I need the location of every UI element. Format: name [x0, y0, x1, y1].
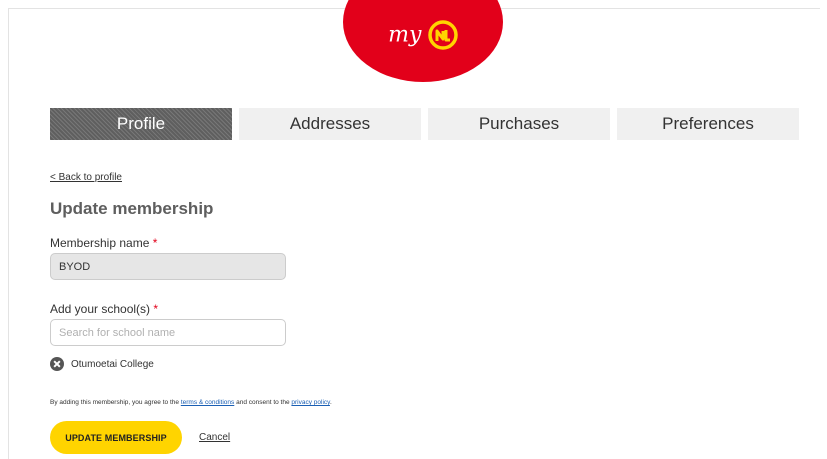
- tab-preferences[interactable]: Preferences: [617, 108, 799, 140]
- profile-tabs: Profile Addresses Purchases Preferences: [50, 108, 799, 140]
- tab-addresses[interactable]: Addresses: [239, 108, 421, 140]
- tab-purchases[interactable]: Purchases: [428, 108, 610, 140]
- nl-logo-icon: [428, 20, 458, 50]
- membership-name-value: BYOD: [59, 260, 91, 273]
- brand-logo[interactable]: my: [343, 0, 503, 82]
- back-to-profile-link[interactable]: < Back to profile: [50, 172, 122, 183]
- update-membership-button[interactable]: UPDATE MEMBERSHIP: [50, 421, 182, 454]
- terms-suffix: .: [329, 399, 332, 406]
- frame-left-border: [8, 8, 9, 459]
- selected-school-chip: Otumoetai College: [50, 357, 154, 371]
- required-marker: *: [152, 236, 158, 250]
- close-circle-icon[interactable]: [50, 357, 64, 371]
- school-label: Add your school(s) *: [50, 302, 158, 316]
- logo-text: my: [388, 22, 422, 48]
- membership-name-label: Membership name *: [50, 236, 157, 250]
- cancel-link[interactable]: Cancel: [199, 432, 230, 443]
- terms-prefix: By adding this membership, you agree to …: [50, 399, 179, 406]
- selected-school-name: Otumoetai College: [71, 358, 154, 370]
- terms-notice: By adding this membership, you agree to …: [50, 399, 332, 406]
- logo-content: my: [343, 20, 503, 50]
- membership-name-label-text: Membership name: [50, 236, 150, 250]
- page-title: Update membership: [50, 199, 214, 218]
- school-search-input[interactable]: [50, 319, 286, 346]
- membership-name-field: BYOD: [50, 253, 286, 280]
- required-marker: *: [153, 302, 159, 316]
- tab-profile[interactable]: Profile: [50, 108, 232, 140]
- school-label-text: Add your school(s): [50, 302, 151, 316]
- privacy-policy-link[interactable]: privacy policy: [291, 399, 330, 406]
- terms-conditions-link[interactable]: terms & conditions: [181, 399, 234, 406]
- terms-middle: and consent to the: [236, 399, 290, 406]
